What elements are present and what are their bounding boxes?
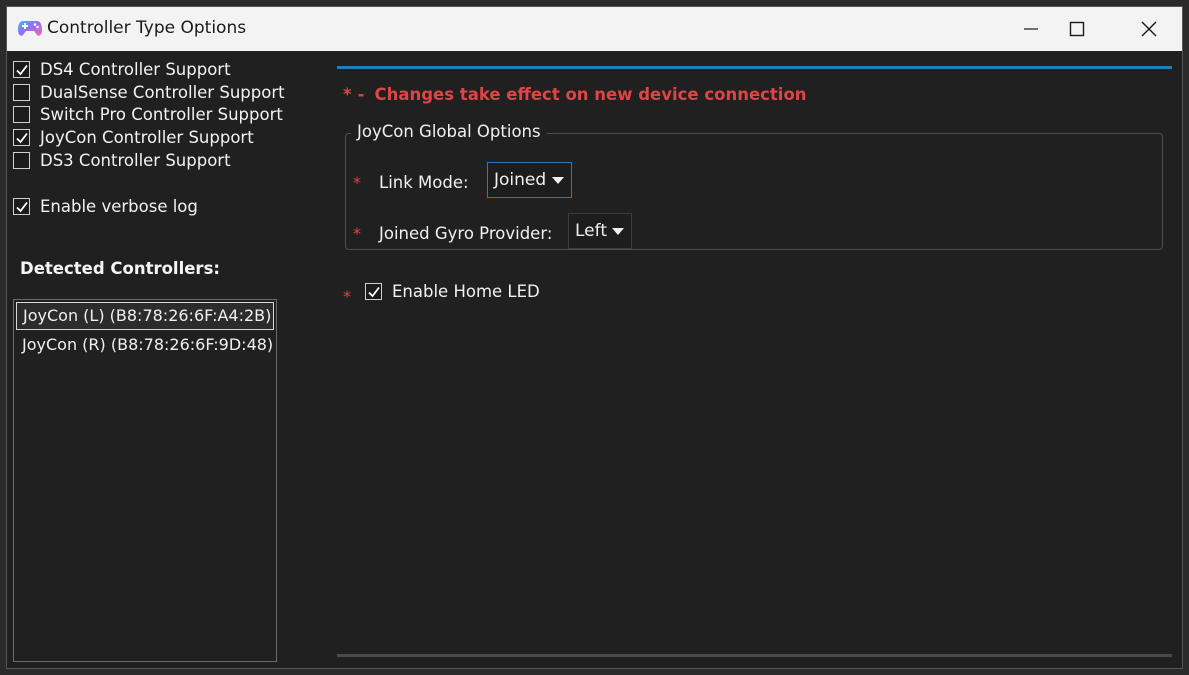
group-title: JoyCon Global Options bbox=[351, 122, 547, 141]
gyro-provider-label: Joined Gyro Provider: bbox=[379, 224, 553, 243]
gyro-provider-dropdown[interactable]: Left bbox=[568, 213, 632, 249]
verbose-log-checkbox[interactable]: Enable verbose log bbox=[13, 195, 198, 217]
title-bar[interactable]: Controller Type Options bbox=[7, 7, 1182, 51]
joycon-support-checkbox[interactable]: JoyCon Controller Support bbox=[13, 126, 254, 148]
checkbox-box[interactable] bbox=[13, 151, 30, 169]
list-item[interactable]: JoyCon (L) (B8:78:26:6F:A4:2B) bbox=[16, 302, 274, 330]
checkbox-box[interactable] bbox=[13, 128, 30, 146]
detected-controllers-list[interactable]: JoyCon (L) (B8:78:26:6F:A4:2B) JoyCon (R… bbox=[13, 299, 277, 662]
checkbox-label: DualSense Controller Support bbox=[40, 82, 285, 102]
checkmark-icon bbox=[16, 201, 28, 212]
chevron-down-icon bbox=[612, 228, 624, 235]
controller-options-window: Controller Type Options DS4 Controller S… bbox=[6, 6, 1183, 669]
notice-star: * bbox=[343, 85, 352, 104]
checkmark-icon bbox=[368, 286, 380, 297]
checkbox-label: Switch Pro Controller Support bbox=[40, 104, 283, 124]
dropdown-value: Left bbox=[575, 221, 607, 241]
ds4-support-checkbox[interactable]: DS4 Controller Support bbox=[13, 58, 231, 80]
chevron-down-icon bbox=[552, 177, 564, 184]
restart-notice: * - Changes take effect on new device conn… bbox=[343, 85, 807, 104]
gamepad-icon bbox=[17, 18, 43, 38]
close-button[interactable] bbox=[1126, 7, 1172, 51]
checkmark-icon bbox=[16, 64, 28, 75]
dualsense-support-checkbox[interactable]: DualSense Controller Support bbox=[13, 81, 285, 103]
required-star: * bbox=[353, 224, 361, 243]
close-icon bbox=[1141, 21, 1157, 37]
checkbox-label: Enable verbose log bbox=[40, 196, 198, 216]
bottom-divider bbox=[337, 654, 1172, 657]
notice-text: Changes take effect on new device connec… bbox=[374, 85, 807, 104]
minimize-button[interactable] bbox=[1008, 7, 1054, 51]
home-led-checkbox[interactable]: Enable Home LED bbox=[365, 280, 540, 302]
maximize-icon bbox=[1069, 21, 1085, 37]
checkbox-box[interactable] bbox=[13, 83, 30, 101]
checkbox-box[interactable] bbox=[13, 60, 30, 78]
window-title: Controller Type Options bbox=[47, 18, 247, 38]
link-mode-dropdown[interactable]: Joined bbox=[487, 162, 572, 198]
switch-pro-support-checkbox[interactable]: Switch Pro Controller Support bbox=[13, 103, 283, 125]
ds3-support-checkbox[interactable]: DS3 Controller Support bbox=[13, 149, 231, 171]
checkbox-label: DS3 Controller Support bbox=[40, 150, 231, 170]
dropdown-value: Joined bbox=[494, 170, 547, 190]
minimize-icon bbox=[1024, 28, 1038, 30]
checkbox-box[interactable] bbox=[13, 105, 30, 123]
checkmark-icon bbox=[16, 132, 28, 143]
detected-controllers-label: Detected Controllers: bbox=[20, 259, 220, 278]
checkbox-label: DS4 Controller Support bbox=[40, 59, 231, 79]
checkbox-label: Enable Home LED bbox=[392, 281, 540, 301]
maximize-button[interactable] bbox=[1054, 7, 1100, 51]
required-star: * bbox=[343, 287, 351, 306]
checkbox-box[interactable] bbox=[13, 197, 30, 215]
notice-dash: - bbox=[357, 85, 365, 104]
list-item[interactable]: JoyCon (R) (B8:78:26:6F:9D:48) bbox=[16, 332, 274, 360]
checkbox-label: JoyCon Controller Support bbox=[40, 127, 254, 147]
required-star: * bbox=[353, 173, 361, 192]
content-area: DS4 Controller Support DualSense Control… bbox=[7, 51, 1182, 668]
checkbox-box[interactable] bbox=[365, 282, 382, 300]
link-mode-label: Link Mode: bbox=[379, 173, 469, 192]
accent-divider bbox=[337, 66, 1172, 69]
